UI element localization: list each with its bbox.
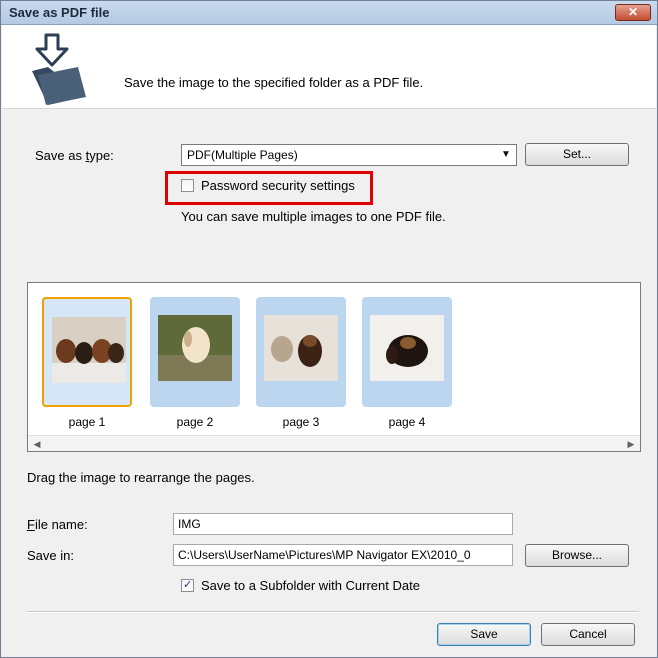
save-as-type-select[interactable]: PDF(Multiple Pages) ▼ [181, 144, 517, 166]
save-as-pdf-dialog: Save as PDF file ✕ Save the image to the… [0, 0, 658, 658]
header-pane: Save the image to the specified folder a… [2, 25, 656, 109]
dog-photo-2 [158, 315, 232, 381]
dog-photo-1 [52, 317, 126, 383]
title-bar[interactable]: Save as PDF file ✕ [1, 1, 657, 25]
thumbnail-label-4: page 4 [388, 415, 426, 429]
file-name-label: File name: [27, 517, 88, 532]
dog-photo-4 [370, 315, 444, 381]
drag-hint: Drag the image to rearrange the pages. [27, 470, 255, 485]
horizontal-scrollbar[interactable]: ◀ ▶ [28, 435, 640, 451]
subfolder-checkbox[interactable] [181, 578, 194, 592]
save-in-label: Save in: [27, 548, 74, 563]
thumbnail-page-4[interactable] [362, 297, 452, 407]
save-as-type-value: PDF(Multiple Pages) [187, 148, 298, 162]
browse-button[interactable]: Browse... [525, 544, 629, 567]
cancel-button[interactable]: Cancel [541, 623, 635, 646]
set-button[interactable]: Set... [525, 143, 629, 166]
chevron-down-icon: ▼ [501, 149, 511, 160]
thumbnail-panel[interactable]: page 1 page 2 page 3 page 4 ◀ ▶ [27, 282, 641, 452]
header-description: Save the image to the specified folder a… [124, 75, 424, 90]
thumbnail-page-1[interactable] [42, 297, 132, 407]
save-as-type-label: Save as type: [35, 148, 114, 163]
thumbnail-label-3: page 3 [282, 415, 320, 429]
scroll-left-icon[interactable]: ◀ [30, 437, 44, 451]
separator [27, 611, 639, 613]
scroll-right-icon[interactable]: ▶ [624, 437, 638, 451]
save-button[interactable]: Save [437, 623, 531, 646]
folder-save-icon [32, 33, 86, 105]
dog-photo-3 [264, 315, 338, 381]
save-in-input[interactable]: C:\Users\UserName\Pictures\MP Navigator … [173, 544, 513, 566]
subfolder-label[interactable]: Save to a Subfolder with Current Date [201, 578, 420, 593]
thumbnail-label-2: page 2 [176, 415, 214, 429]
file-name-input[interactable]: IMG [173, 513, 513, 535]
thumbnail-label-1: page 1 [68, 415, 106, 429]
window-title: Save as PDF file [9, 5, 110, 20]
highlight-box [165, 171, 373, 205]
save-in-value: C:\Users\UserName\Pictures\MP Navigator … [178, 548, 471, 562]
thumbnail-page-3[interactable] [256, 297, 346, 407]
thumbnail-page-2[interactable] [150, 297, 240, 407]
file-name-value: IMG [178, 517, 201, 531]
close-button[interactable]: ✕ [615, 4, 651, 21]
info-text: You can save multiple images to one PDF … [181, 209, 446, 224]
